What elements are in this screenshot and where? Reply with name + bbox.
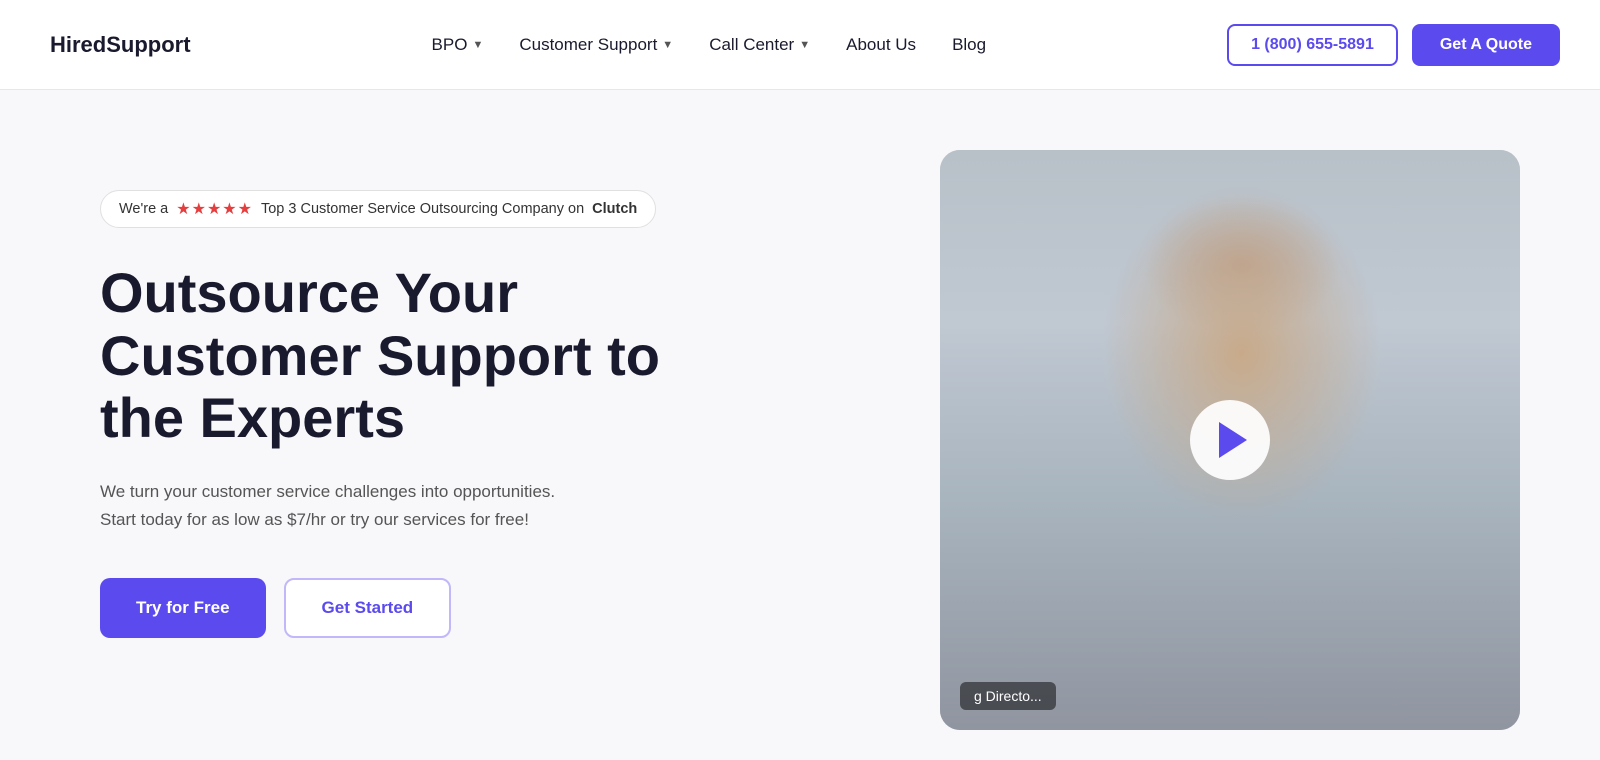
play-icon xyxy=(1219,422,1247,458)
try-for-free-button[interactable]: Try for Free xyxy=(100,578,266,638)
badge-suffix: Top 3 Customer Service Outsourcing Compa… xyxy=(261,201,584,217)
get-quote-button[interactable]: Get A Quote xyxy=(1412,24,1560,66)
chevron-down-icon: ▼ xyxy=(472,39,483,51)
hero-right: Health g Directo... xyxy=(740,150,1520,730)
chevron-down-icon: ▼ xyxy=(662,39,673,51)
hero-buttons: Try for Free Get Started xyxy=(100,578,680,638)
nav-call-center[interactable]: Call Center ▼ xyxy=(709,35,810,55)
video-container: Health g Directo... xyxy=(940,150,1520,730)
chevron-down-icon: ▼ xyxy=(799,39,810,51)
logo-text: HiredSupport xyxy=(50,32,191,58)
badge-prefix: We're a xyxy=(119,201,168,217)
nav-actions: 1 (800) 655-5891 Get A Quote xyxy=(1227,24,1560,66)
nav-blog[interactable]: Blog xyxy=(952,35,986,55)
clutch-badge[interactable]: We're a ★★★★★ Top 3 Customer Service Out… xyxy=(100,190,656,228)
nav-about-us[interactable]: About Us xyxy=(846,35,916,55)
nav-bpo[interactable]: BPO ▼ xyxy=(432,35,484,55)
hero-section: We're a ★★★★★ Top 3 Customer Service Out… xyxy=(0,90,1600,760)
nav-customer-support[interactable]: Customer Support ▼ xyxy=(519,35,673,55)
hero-left: We're a ★★★★★ Top 3 Customer Service Out… xyxy=(100,150,680,638)
navbar: HiredSupport BPO ▼ Customer Support ▼ Ca… xyxy=(0,0,1600,90)
badge-brand: Clutch xyxy=(592,201,637,217)
play-button[interactable] xyxy=(1190,400,1270,480)
get-started-button[interactable]: Get Started xyxy=(284,578,452,638)
hero-subtitle: We turn your customer service challenges… xyxy=(100,478,580,534)
video-caption: g Directo... xyxy=(960,682,1056,710)
star-rating: ★★★★★ xyxy=(176,199,253,219)
nav-links: BPO ▼ Customer Support ▼ Call Center ▼ A… xyxy=(432,35,987,55)
hero-title: Outsource Your Customer Support to the E… xyxy=(100,262,680,450)
logo[interactable]: HiredSupport xyxy=(40,32,191,58)
phone-button[interactable]: 1 (800) 655-5891 xyxy=(1227,24,1398,66)
